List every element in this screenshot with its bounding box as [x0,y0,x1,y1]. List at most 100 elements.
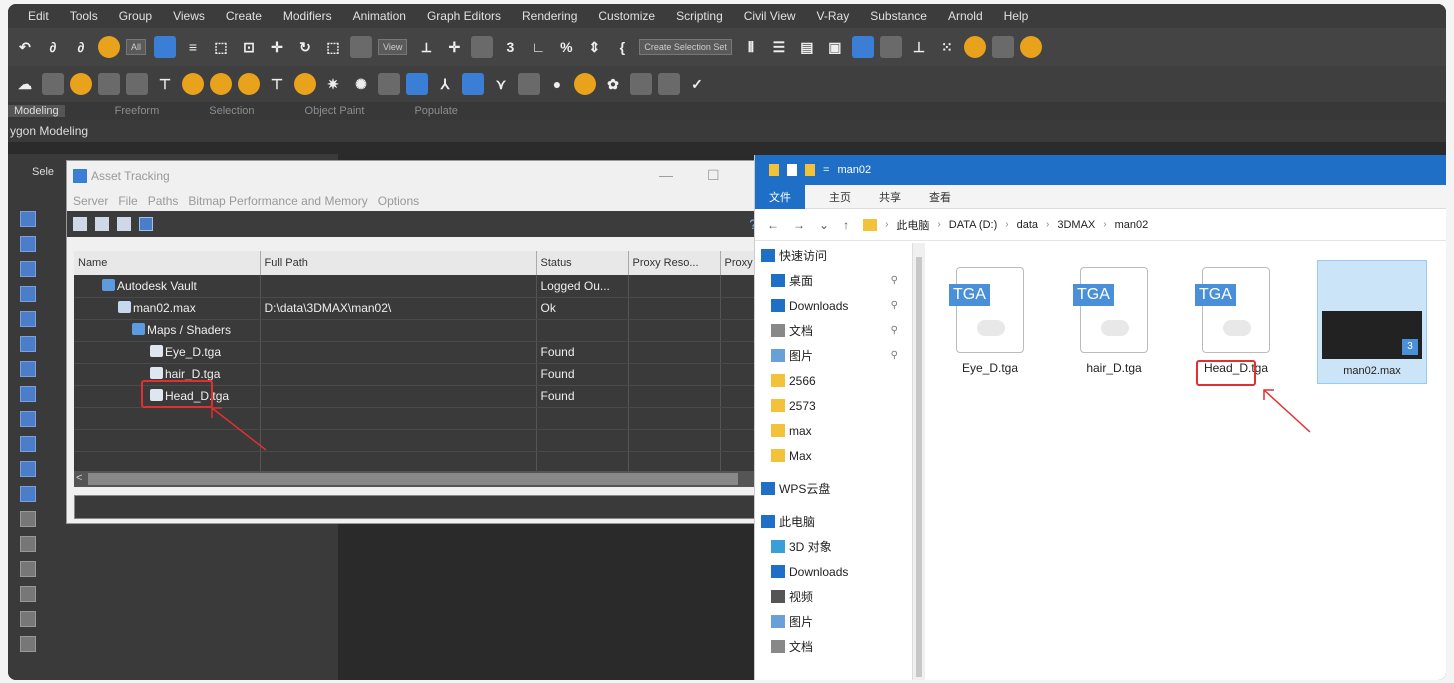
ribbon-tab-object-paint[interactable]: Object Paint [305,105,365,117]
nav-item[interactable]: Downloads ⚲ [755,293,912,318]
file-tile[interactable]: TGA hair_D.tga [1059,267,1169,375]
display-shapes-icon[interactable] [20,236,36,252]
breadcrumb-item[interactable]: DATA (D:) [949,219,997,231]
star-light-icon[interactable]: ✷ [322,73,344,95]
nav-item[interactable]: 视频 [755,584,912,609]
named-selection-set-dropdown[interactable]: Create Selection Set [639,39,732,55]
fire-icon[interactable] [518,73,540,95]
burst-icon[interactable]: ✺ [350,73,372,95]
scroll-left-icon[interactable]: < [76,472,82,484]
table-row[interactable]: Maps / Shaders [74,319,762,342]
menu-item-scripting[interactable]: Scripting [676,9,723,23]
menu-item-group[interactable]: Group [119,9,152,23]
sphere-icon[interactable] [210,73,232,95]
named-selection-icon[interactable]: { [611,36,633,58]
layer-explorer-icon[interactable]: ▤ [796,36,818,58]
nav-item[interactable]: Downloads [755,559,912,584]
display-containers-icon[interactable] [20,436,36,452]
menu-item-help[interactable]: Help [1004,9,1029,23]
dots-icon[interactable] [574,73,596,95]
back-icon[interactable]: ← [767,218,779,232]
display-hidden-icon[interactable] [20,486,36,502]
display-frozen-icon[interactable] [20,461,36,477]
selection-filter-dropdown[interactable]: All [126,39,147,55]
ribbon-tab-freeform[interactable]: Freeform [115,105,160,117]
schematic-view-icon[interactable]: ⊥ [908,36,930,58]
sun-icon[interactable] [238,73,260,95]
column-header-proxy-resolution[interactable]: Proxy Reso... [628,251,721,275]
display-lights-icon[interactable] [20,261,36,277]
maximize-icon[interactable]: ☐ [707,167,720,184]
breadcrumb-item[interactable]: data [1017,219,1038,231]
cloud-icon[interactable]: ☁ [14,73,36,95]
nav-item[interactable]: 2573 [755,393,912,418]
breadcrumb-item[interactable]: 此电脑 [896,217,929,233]
table-view-icon[interactable] [139,217,153,231]
teapot-icon[interactable] [70,73,92,95]
asset-menu-paths[interactable]: Paths [148,194,179,208]
menu-item-animation[interactable]: Animation [353,9,406,23]
new-folder-icon[interactable] [805,164,815,176]
menu-item-v-ray[interactable]: V-Ray [817,9,850,23]
breadcrumb-item[interactable]: 3DMAX [1057,219,1095,231]
explorer-tab[interactable]: 查看 [929,189,951,205]
flower-icon[interactable]: ✿ [602,73,624,95]
menu-item-arnold[interactable]: Arnold [948,9,983,23]
nav-item[interactable]: 图片 ⚲ [755,343,912,368]
asset-menu-options[interactable]: Options [378,194,419,208]
display-none-icon[interactable] [20,536,36,552]
mirror-icon[interactable]: ⫴ [740,36,762,58]
material-editor-icon[interactable]: ⁙ [936,36,958,58]
asset-menu-file[interactable]: File [118,194,137,208]
invert-display-icon[interactable] [20,561,36,577]
funnel-icon[interactable] [20,611,36,627]
filter-icon[interactable] [20,586,36,602]
detail-view-icon[interactable] [95,217,109,231]
breadcrumb-item[interactable]: man02 [1115,219,1149,231]
menu-item-tools[interactable]: Tools [70,9,98,23]
scatter-icon[interactable] [462,73,484,95]
window-crossing-icon[interactable]: ⊡ [238,36,260,58]
ribbon-tab-modeling[interactable]: Modeling [8,105,65,117]
nav-item[interactable]: 图片 [755,609,912,634]
link-icon[interactable]: ∂ [42,36,64,58]
spinner-snap-icon[interactable]: ⇕ [583,36,605,58]
menu-item-customize[interactable]: Customize [598,9,655,23]
menu-item-civil-view[interactable]: Civil View [744,9,796,23]
nav-item[interactable]: max [755,418,912,443]
recent-chevron-icon[interactable]: ⌄ [819,218,829,232]
minimize-icon[interactable]: — [659,167,673,183]
node-icon[interactable]: ⅄ [434,73,456,95]
table-row[interactable]: man02.max D:\data\3DMAX\man02\ Ok [74,297,762,320]
menu-item-edit[interactable]: Edit [28,9,49,23]
keyboard-shortcut-icon[interactable] [471,36,494,58]
pivot-icon[interactable]: ⟂ [415,36,437,58]
forward-icon[interactable]: → [793,218,805,232]
file-tile[interactable]: TGA Head_D.tga [1181,267,1291,375]
list-view-icon[interactable] [73,217,87,231]
properties-icon[interactable] [787,164,797,176]
menu-item-views[interactable]: Views [173,9,205,23]
ribbon-toggle-icon[interactable] [851,36,874,58]
frame-buffer-icon[interactable] [658,73,680,95]
display-xrefs-icon[interactable] [20,386,36,402]
ribbon-tab-populate[interactable]: Populate [414,105,457,117]
display-bones-icon[interactable] [20,411,36,427]
sphere-material-icon[interactable] [406,73,428,95]
explorer-tab[interactable]: 主页 [829,189,851,205]
nav-item[interactable]: 桌面 ⚲ [755,268,912,293]
nav-item[interactable]: 2566 [755,368,912,393]
explorer-tab[interactable]: 文件 [755,184,805,209]
nav-item[interactable]: 此电脑 [755,509,912,534]
menu-item-rendering[interactable]: Rendering [522,9,577,23]
material-ball-icon[interactable] [378,73,400,95]
nav-item[interactable]: 3D 对象 [755,534,912,559]
menu-item-modifiers[interactable]: Modifiers [283,9,332,23]
ball-icon[interactable]: ● [546,73,568,95]
column-header-status[interactable]: Status [536,251,629,275]
nav-scrollbar[interactable] [913,243,925,680]
reference-coord-dropdown[interactable]: View [378,39,408,55]
align-icon[interactable]: ☰ [768,36,790,58]
file-tile[interactable]: TGA Eye_D.tga [935,267,1045,375]
nav-item[interactable]: 文档 ⚲ [755,318,912,343]
